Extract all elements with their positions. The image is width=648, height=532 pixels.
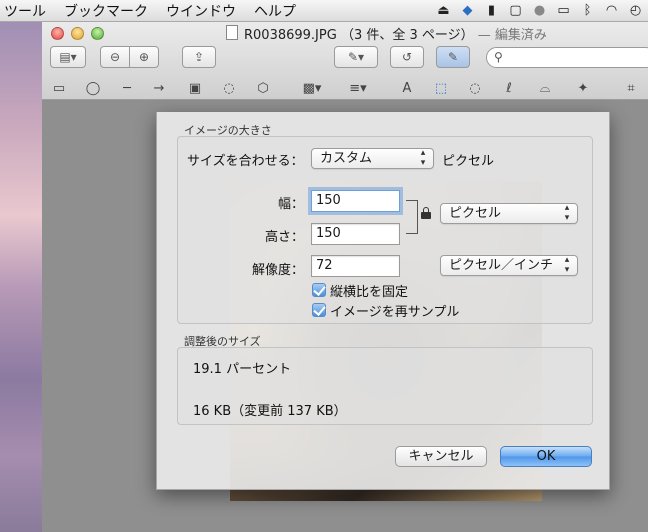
fit-into-popup[interactable]: カスタム ▴ ▾ (311, 148, 434, 169)
cursor-icon[interactable]: ● (531, 2, 548, 19)
resolution-unit-popup[interactable]: ピクセル／インチ ▴ ▾ (440, 255, 578, 276)
lasso-icon[interactable]: ℓ (500, 80, 518, 98)
rectangle-tool-icon[interactable]: ▭ (50, 80, 68, 98)
crop-icon[interactable]: ⌗ (622, 80, 640, 98)
color-picker-icon[interactable]: ▩▾ (298, 80, 326, 98)
menu-bookmarks[interactable]: ブックマーク (55, 1, 157, 21)
shape-tool-icon[interactable]: ⬡ (254, 80, 272, 98)
sidebar-toggle-button[interactable]: ▤▾ (50, 46, 86, 68)
pen-icon: ✎▾ (347, 50, 365, 64)
result-file-size: 16 KB（変更前 137 KB） (193, 404, 347, 419)
resolution-label: 解像度： (252, 263, 305, 278)
annotate-button[interactable]: ✎▾ (334, 46, 378, 68)
zoom-in-button[interactable]: ⊕ (129, 46, 159, 68)
share-icon: ⇪ (193, 50, 205, 64)
width-field[interactable]: 150 (311, 190, 400, 212)
smart-lasso-icon[interactable]: ⌓ (536, 80, 554, 98)
dropbox-icon[interactable]: ◆ (459, 2, 476, 19)
height-field[interactable]: 150 (311, 223, 400, 245)
menu-tools[interactable]: ツール (0, 1, 55, 21)
font-tool-icon[interactable]: A (398, 80, 416, 98)
fit-into-value: カスタム (320, 151, 373, 166)
popup-arrows-icon: ▴ ▾ (564, 255, 570, 275)
window-titlebar: R0038699.JPG （3 件、全 3 ページ） — 編集済み ▤▾ ⊖ ⊕… (42, 22, 648, 100)
zoom-button[interactable] (91, 27, 104, 40)
arrow-tool-icon[interactable]: → (150, 80, 168, 98)
zoom-in-icon: ⊕ (138, 50, 150, 64)
text-box-tool-icon[interactable]: ▣ (186, 80, 204, 98)
airplay-icon[interactable]: ▭ (555, 2, 572, 19)
zoom-out-icon: ⊖ (109, 50, 121, 64)
ok-button[interactable]: OK (500, 446, 592, 467)
resize-dialog: イメージの大きさ サイズを合わせる： カスタム ▴ ▾ ピクセル 幅： 150 高… (156, 112, 610, 490)
edit-toolbar-button[interactable]: ✎ (436, 46, 470, 68)
line-weight-icon[interactable]: ≡▾ (344, 80, 372, 98)
popup-arrows-icon: ▴ ▾ (420, 148, 426, 168)
sidebar-icon: ▤▾ (59, 50, 77, 64)
speech-bubble-tool-icon[interactable]: ◌ (220, 80, 238, 98)
bluetooth-icon[interactable]: ᛒ (579, 2, 596, 19)
lock-icon (421, 207, 431, 219)
resolution-field[interactable]: 72 (311, 255, 400, 277)
window-edited-status: — 編集済み (477, 28, 547, 43)
result-percent: 19.1 パーセント (193, 362, 292, 377)
menu-window[interactable]: ウインドウ (157, 1, 245, 21)
square-icon[interactable]: ▢ (507, 2, 524, 19)
line-tool-icon[interactable]: ─ (118, 80, 136, 98)
menu-bar: ツール ブックマーク ウインドウ ヘルプ ⏏ ◆ ▮ ▢ ● ▭ ᛒ ◠ ◴ (0, 0, 648, 22)
status-menu-area: ⏏ ◆ ▮ ▢ ● ▭ ᛒ ◠ ◴ (435, 2, 644, 19)
rotate-icon: ↺ (401, 50, 413, 64)
search-icon: ⚲ (494, 50, 503, 64)
popup-arrows-icon: ▴ ▾ (564, 203, 570, 223)
size-unit-popup[interactable]: ピクセル ▴ ▾ (440, 203, 578, 224)
oval-tool-icon[interactable]: ◯ (84, 80, 102, 98)
ellipse-selection-icon[interactable]: ◌ (466, 80, 484, 98)
constrain-bracket (406, 200, 418, 234)
window-filename: R0038699.JPG (244, 28, 337, 43)
time-machine-icon[interactable]: ◴ (627, 2, 644, 19)
fit-unit-label: ピクセル (442, 154, 495, 169)
search-input[interactable]: ⚲ (486, 47, 648, 68)
rect-selection-icon[interactable]: ⬚ (432, 80, 450, 98)
width-label: 幅： (278, 197, 305, 212)
fit-into-label: サイズを合わせる： (187, 154, 304, 169)
lock-screen-icon[interactable]: ⏏ (435, 2, 452, 19)
zoom-out-button[interactable]: ⊖ (100, 46, 130, 68)
bookmark-icon[interactable]: ▮ (483, 2, 500, 19)
minimize-button[interactable] (71, 27, 84, 40)
resolution-unit-value: ピクセル／インチ (449, 258, 554, 273)
window-title: R0038699.JPG （3 件、全 3 ページ） — 編集済み (244, 24, 547, 43)
resample-label[interactable]: イメージを再サンプル (330, 301, 459, 320)
edit-pen-icon: ✎ (447, 50, 459, 64)
height-label: 高さ： (265, 230, 305, 245)
size-unit-value: ピクセル (449, 206, 502, 221)
scale-proportionally-checkbox[interactable] (312, 283, 326, 297)
scale-proportionally-label[interactable]: 縦横比を固定 (330, 281, 408, 300)
resulting-size-group: 19.1 パーセント 16 KB（変更前 137 KB） (177, 347, 593, 425)
edit-toolbar: ▭ ◯ ─ → ▣ ◌ ⬡ ▩▾ ≡▾ A ⬚ ◌ ℓ ⌓ ✦ ⌗ (42, 78, 648, 100)
resample-checkbox[interactable] (312, 303, 326, 317)
close-button[interactable] (51, 27, 64, 40)
document-icon[interactable] (226, 25, 238, 40)
rotate-button[interactable]: ↺ (390, 46, 424, 68)
share-button[interactable]: ⇪ (182, 46, 216, 68)
cancel-button[interactable]: キャンセル (395, 446, 487, 467)
instant-alpha-icon[interactable]: ✦ (574, 80, 592, 98)
window-page-count: （3 件、全 3 ページ） (340, 28, 474, 43)
image-size-group: サイズを合わせる： カスタム ▴ ▾ ピクセル 幅： 150 高さ： 150 ピク… (177, 136, 593, 324)
wifi-icon[interactable]: ◠ (603, 2, 620, 19)
desktop-wallpaper (0, 22, 42, 532)
menu-help[interactable]: ヘルプ (245, 1, 305, 21)
